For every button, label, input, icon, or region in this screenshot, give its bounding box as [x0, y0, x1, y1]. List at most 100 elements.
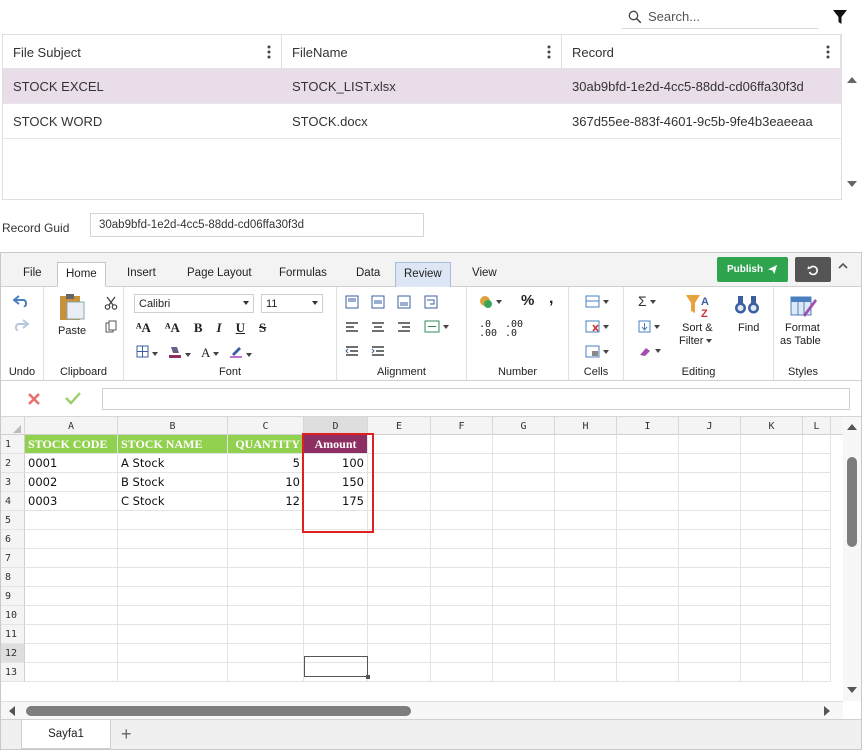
column-header-a[interactable]: A — [25, 417, 118, 435]
cell-i13[interactable] — [617, 663, 679, 682]
italic-icon[interactable]: I — [217, 320, 222, 336]
column-header-l[interactable]: L — [803, 417, 831, 435]
cell-e6[interactable] — [368, 530, 431, 549]
borders-icon[interactable] — [136, 345, 158, 361]
cell-j9[interactable] — [679, 587, 741, 606]
cell-e1[interactable] — [368, 435, 431, 454]
cell-f8[interactable] — [431, 568, 493, 587]
indent-decrease-icon[interactable] — [345, 345, 359, 357]
cell-g4[interactable] — [493, 492, 555, 511]
fill-color-icon[interactable] — [168, 344, 191, 361]
highlight-icon[interactable] — [229, 344, 253, 361]
cell-g1[interactable] — [493, 435, 555, 454]
cell-g9[interactable] — [493, 587, 555, 606]
cell-l6[interactable] — [803, 530, 831, 549]
cell-i1[interactable] — [617, 435, 679, 454]
tab-review[interactable]: Review — [395, 262, 451, 287]
row-header-11[interactable]: 11 — [1, 625, 25, 644]
cell-h1[interactable] — [555, 435, 617, 454]
active-cell[interactable] — [304, 656, 368, 677]
cell-d1[interactable]: Amount — [304, 435, 368, 454]
cell-b12[interactable] — [118, 644, 228, 663]
cell-h5[interactable] — [555, 511, 617, 530]
cell-a8[interactable] — [25, 568, 118, 587]
cell-l4[interactable] — [803, 492, 831, 511]
cell-j5[interactable] — [679, 511, 741, 530]
comma-style-icon[interactable]: , — [549, 290, 553, 308]
cell-a4[interactable]: 0003 — [25, 492, 118, 511]
cell-d4[interactable]: 175 — [304, 492, 368, 511]
cell-i7[interactable] — [617, 549, 679, 568]
row-header-7[interactable]: 7 — [1, 549, 25, 568]
cell-a5[interactable] — [25, 511, 118, 530]
record-guid-field[interactable]: 30ab9bfd-1e2d-4cc5-88dd-cd06ffa30f3d — [90, 213, 424, 237]
column-header-e[interactable]: E — [368, 417, 431, 435]
cell-b3[interactable]: B Stock — [118, 473, 228, 492]
cell-h11[interactable] — [555, 625, 617, 644]
cell-c7[interactable] — [228, 549, 304, 568]
cell-g13[interactable] — [493, 663, 555, 682]
column-header-g[interactable]: G — [493, 417, 555, 435]
cell-a7[interactable] — [25, 549, 118, 568]
sort-filter-button[interactable]: AZ Sort & Filter — [674, 293, 724, 351]
cell-k12[interactable] — [741, 644, 803, 663]
cell-i12[interactable] — [617, 644, 679, 663]
cell-f3[interactable] — [431, 473, 493, 492]
align-right-icon[interactable] — [397, 321, 411, 333]
cut-icon[interactable] — [104, 296, 118, 310]
cell-j2[interactable] — [679, 454, 741, 473]
redo-icon[interactable] — [13, 319, 29, 331]
cell-l5[interactable] — [803, 511, 831, 530]
cell-a12[interactable] — [25, 644, 118, 663]
cell-i8[interactable] — [617, 568, 679, 587]
cell-e4[interactable] — [368, 492, 431, 511]
cell-b13[interactable] — [118, 663, 228, 682]
cell-c8[interactable] — [228, 568, 304, 587]
row-header-6[interactable]: 6 — [1, 530, 25, 549]
row-header-1[interactable]: 1 — [1, 435, 25, 454]
font-size-select[interactable]: 11 — [261, 294, 323, 313]
cell-f2[interactable] — [431, 454, 493, 473]
column-header-d[interactable]: D — [304, 417, 368, 435]
publish-button[interactable]: Publish — [717, 257, 788, 282]
column-header-i[interactable]: I — [617, 417, 679, 435]
clear-icon[interactable] — [638, 345, 661, 357]
cell-g7[interactable] — [493, 549, 555, 568]
cell-e3[interactable] — [368, 473, 431, 492]
cell-f11[interactable] — [431, 625, 493, 644]
tab-page-layout[interactable]: Page Layout — [179, 262, 260, 287]
font-color-icon[interactable]: A — [201, 345, 220, 361]
column-header-record[interactable]: Record — [562, 35, 841, 69]
cell-l2[interactable] — [803, 454, 831, 473]
insert-cells-icon[interactable] — [585, 295, 609, 308]
column-header-c[interactable]: C — [228, 417, 304, 435]
increase-decimal-icon[interactable]: .0.00 — [479, 320, 497, 339]
cell-e10[interactable] — [368, 606, 431, 625]
cell-c10[interactable] — [228, 606, 304, 625]
cell-e7[interactable] — [368, 549, 431, 568]
cell-b2[interactable]: A Stock — [118, 454, 228, 473]
cell-l3[interactable] — [803, 473, 831, 492]
tab-file[interactable]: File — [15, 262, 50, 287]
cell-f5[interactable] — [431, 511, 493, 530]
cell-i9[interactable] — [617, 587, 679, 606]
cell-l13[interactable] — [803, 663, 831, 682]
cell-a3[interactable]: 0002 — [25, 473, 118, 492]
cell-k1[interactable] — [741, 435, 803, 454]
cell-h9[interactable] — [555, 587, 617, 606]
collapse-ribbon-icon[interactable] — [838, 261, 848, 272]
tab-home[interactable]: Home — [57, 262, 106, 287]
cell-d7[interactable] — [304, 549, 368, 568]
cell-j7[interactable] — [679, 549, 741, 568]
cell-b4[interactable]: C Stock — [118, 492, 228, 511]
cell-l9[interactable] — [803, 587, 831, 606]
cell-i3[interactable] — [617, 473, 679, 492]
cell-g10[interactable] — [493, 606, 555, 625]
cell-c11[interactable] — [228, 625, 304, 644]
merge-cells-icon[interactable] — [424, 320, 449, 333]
cell-j1[interactable] — [679, 435, 741, 454]
column-header-file-name[interactable]: FileName — [282, 35, 562, 69]
cell-j12[interactable] — [679, 644, 741, 663]
column-header-b[interactable]: B — [118, 417, 228, 435]
cell-k8[interactable] — [741, 568, 803, 587]
